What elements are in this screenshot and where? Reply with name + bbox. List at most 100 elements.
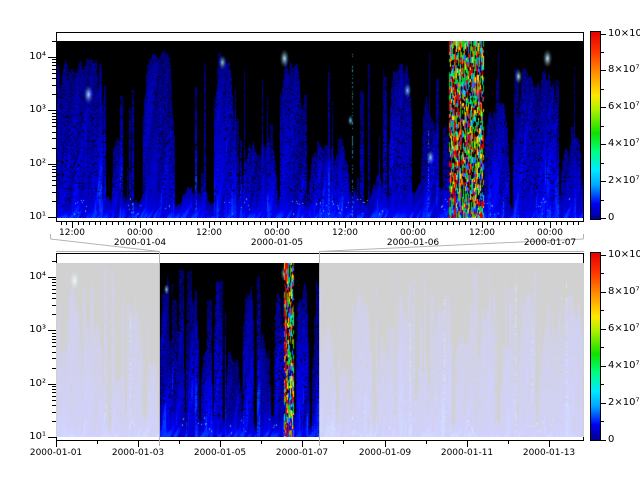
x-minor-tick [305, 222, 306, 225]
x-minor-tick [487, 222, 488, 225]
x-minor-tick [442, 222, 443, 225]
y-tick-label: 10¹ [12, 211, 46, 223]
x-minor-tick [100, 222, 101, 225]
x-minor-tick [430, 222, 431, 225]
x-minor-tick [453, 222, 454, 225]
x-major-tick [138, 441, 139, 447]
colorbar-major-tick [601, 181, 606, 182]
y-major-tick [48, 217, 56, 218]
x-minor-tick [339, 222, 340, 225]
x-major-tick [385, 441, 386, 447]
y-minor-tick [52, 201, 56, 202]
colorbar-label: 10×10⁷ [608, 28, 640, 40]
colorbar-minor-tick [601, 347, 604, 348]
y-minor-tick [52, 314, 56, 315]
date-label: 2000-01-01 [30, 448, 82, 459]
x-minor-tick [493, 222, 494, 225]
x-minor-tick [317, 222, 318, 225]
x-minor-tick [391, 222, 392, 225]
x-minor-tick [66, 222, 67, 225]
x-minor-tick [470, 222, 471, 225]
x-minor-tick [459, 222, 460, 225]
x-minor-tick [118, 222, 119, 225]
x-minor-tick [112, 222, 113, 225]
x-minor-tick [248, 222, 249, 225]
colorbar-minor-tick [601, 200, 604, 201]
y-minor-tick [52, 65, 56, 66]
x-minor-tick [573, 222, 574, 225]
y-minor-tick [52, 392, 56, 393]
y-minor-tick [52, 172, 56, 173]
x-minor-tick [556, 222, 557, 225]
colorbar-label: 10×10⁷ [608, 249, 640, 261]
x-minor-tick [374, 222, 375, 225]
selection-top-edge-left [56, 251, 159, 252]
spectrogram-figure: 12:0000:002000-01-0412:0000:002000-01-05… [0, 0, 640, 480]
x-minor-tick [396, 222, 397, 225]
y-minor-tick [52, 342, 56, 343]
y-minor-tick [52, 368, 56, 369]
colorbar-major-tick [601, 70, 606, 71]
y-minor-tick [52, 261, 56, 262]
y-tick-label: 10¹ [12, 431, 46, 443]
y-minor-tick [52, 138, 56, 139]
date-label: 2000-01-13 [523, 448, 575, 459]
x-tick-label: 12:00 [196, 228, 222, 239]
overview-panel-colorbar [590, 252, 601, 441]
y-minor-tick [52, 169, 56, 170]
x-minor-tick [343, 441, 344, 444]
x-minor-tick [95, 222, 96, 225]
x-minor-tick [231, 222, 232, 225]
selection-left-handle[interactable] [159, 251, 160, 446]
x-minor-tick [180, 222, 181, 225]
x-minor-tick [294, 222, 295, 225]
y-tick-label: 10² [12, 158, 46, 170]
x-minor-tick [419, 222, 420, 225]
x-minor-tick [447, 222, 448, 225]
x-minor-tick [191, 222, 192, 225]
colorbar-label: 2×10⁷ [608, 397, 639, 409]
y-minor-tick [52, 305, 56, 306]
colorbar-minor-tick [601, 163, 604, 164]
colorbar-major-tick [601, 255, 606, 256]
colorbar-label: 4×10⁷ [608, 138, 639, 150]
x-major-tick [302, 441, 303, 447]
y-minor-tick [52, 339, 56, 340]
x-minor-tick [508, 441, 509, 444]
x-minor-tick [322, 222, 323, 225]
y-minor-tick [52, 73, 56, 74]
x-minor-tick [179, 441, 180, 444]
zoom-panel-plot-area[interactable] [56, 41, 584, 218]
date-label: 2000-01-05 [194, 448, 246, 459]
x-minor-tick [521, 222, 522, 225]
x-minor-tick [146, 222, 147, 225]
x-minor-tick [567, 222, 568, 225]
x-minor-tick [261, 441, 262, 444]
x-tick-label: 12:00 [332, 228, 358, 239]
x-minor-tick [214, 222, 215, 225]
x-minor-tick [425, 222, 426, 225]
x-minor-tick [288, 222, 289, 225]
colorbar-label: 0 [608, 434, 614, 446]
y-minor-tick [52, 78, 56, 79]
y-minor-tick [52, 346, 56, 347]
colorbar-label: 0 [608, 212, 614, 224]
selection-right-handle[interactable] [319, 251, 320, 446]
x-minor-tick [408, 222, 409, 225]
date-label: 2000-01-05 [251, 238, 303, 249]
colorbar-major-tick [601, 34, 606, 35]
x-minor-tick [135, 222, 136, 225]
x-minor-tick [220, 222, 221, 225]
x-minor-tick [311, 222, 312, 225]
colorbar-minor-tick [601, 310, 604, 311]
y-minor-tick [52, 293, 56, 294]
colorbar-major-tick [601, 218, 606, 219]
x-minor-tick [436, 222, 437, 225]
x-minor-tick [186, 222, 187, 225]
colorbar-major-tick [601, 403, 606, 404]
y-minor-tick [52, 289, 56, 290]
y-minor-tick [52, 396, 56, 397]
x-minor-tick [61, 222, 62, 225]
overview-dimmed-region-right [320, 263, 584, 437]
x-minor-tick [89, 222, 90, 225]
